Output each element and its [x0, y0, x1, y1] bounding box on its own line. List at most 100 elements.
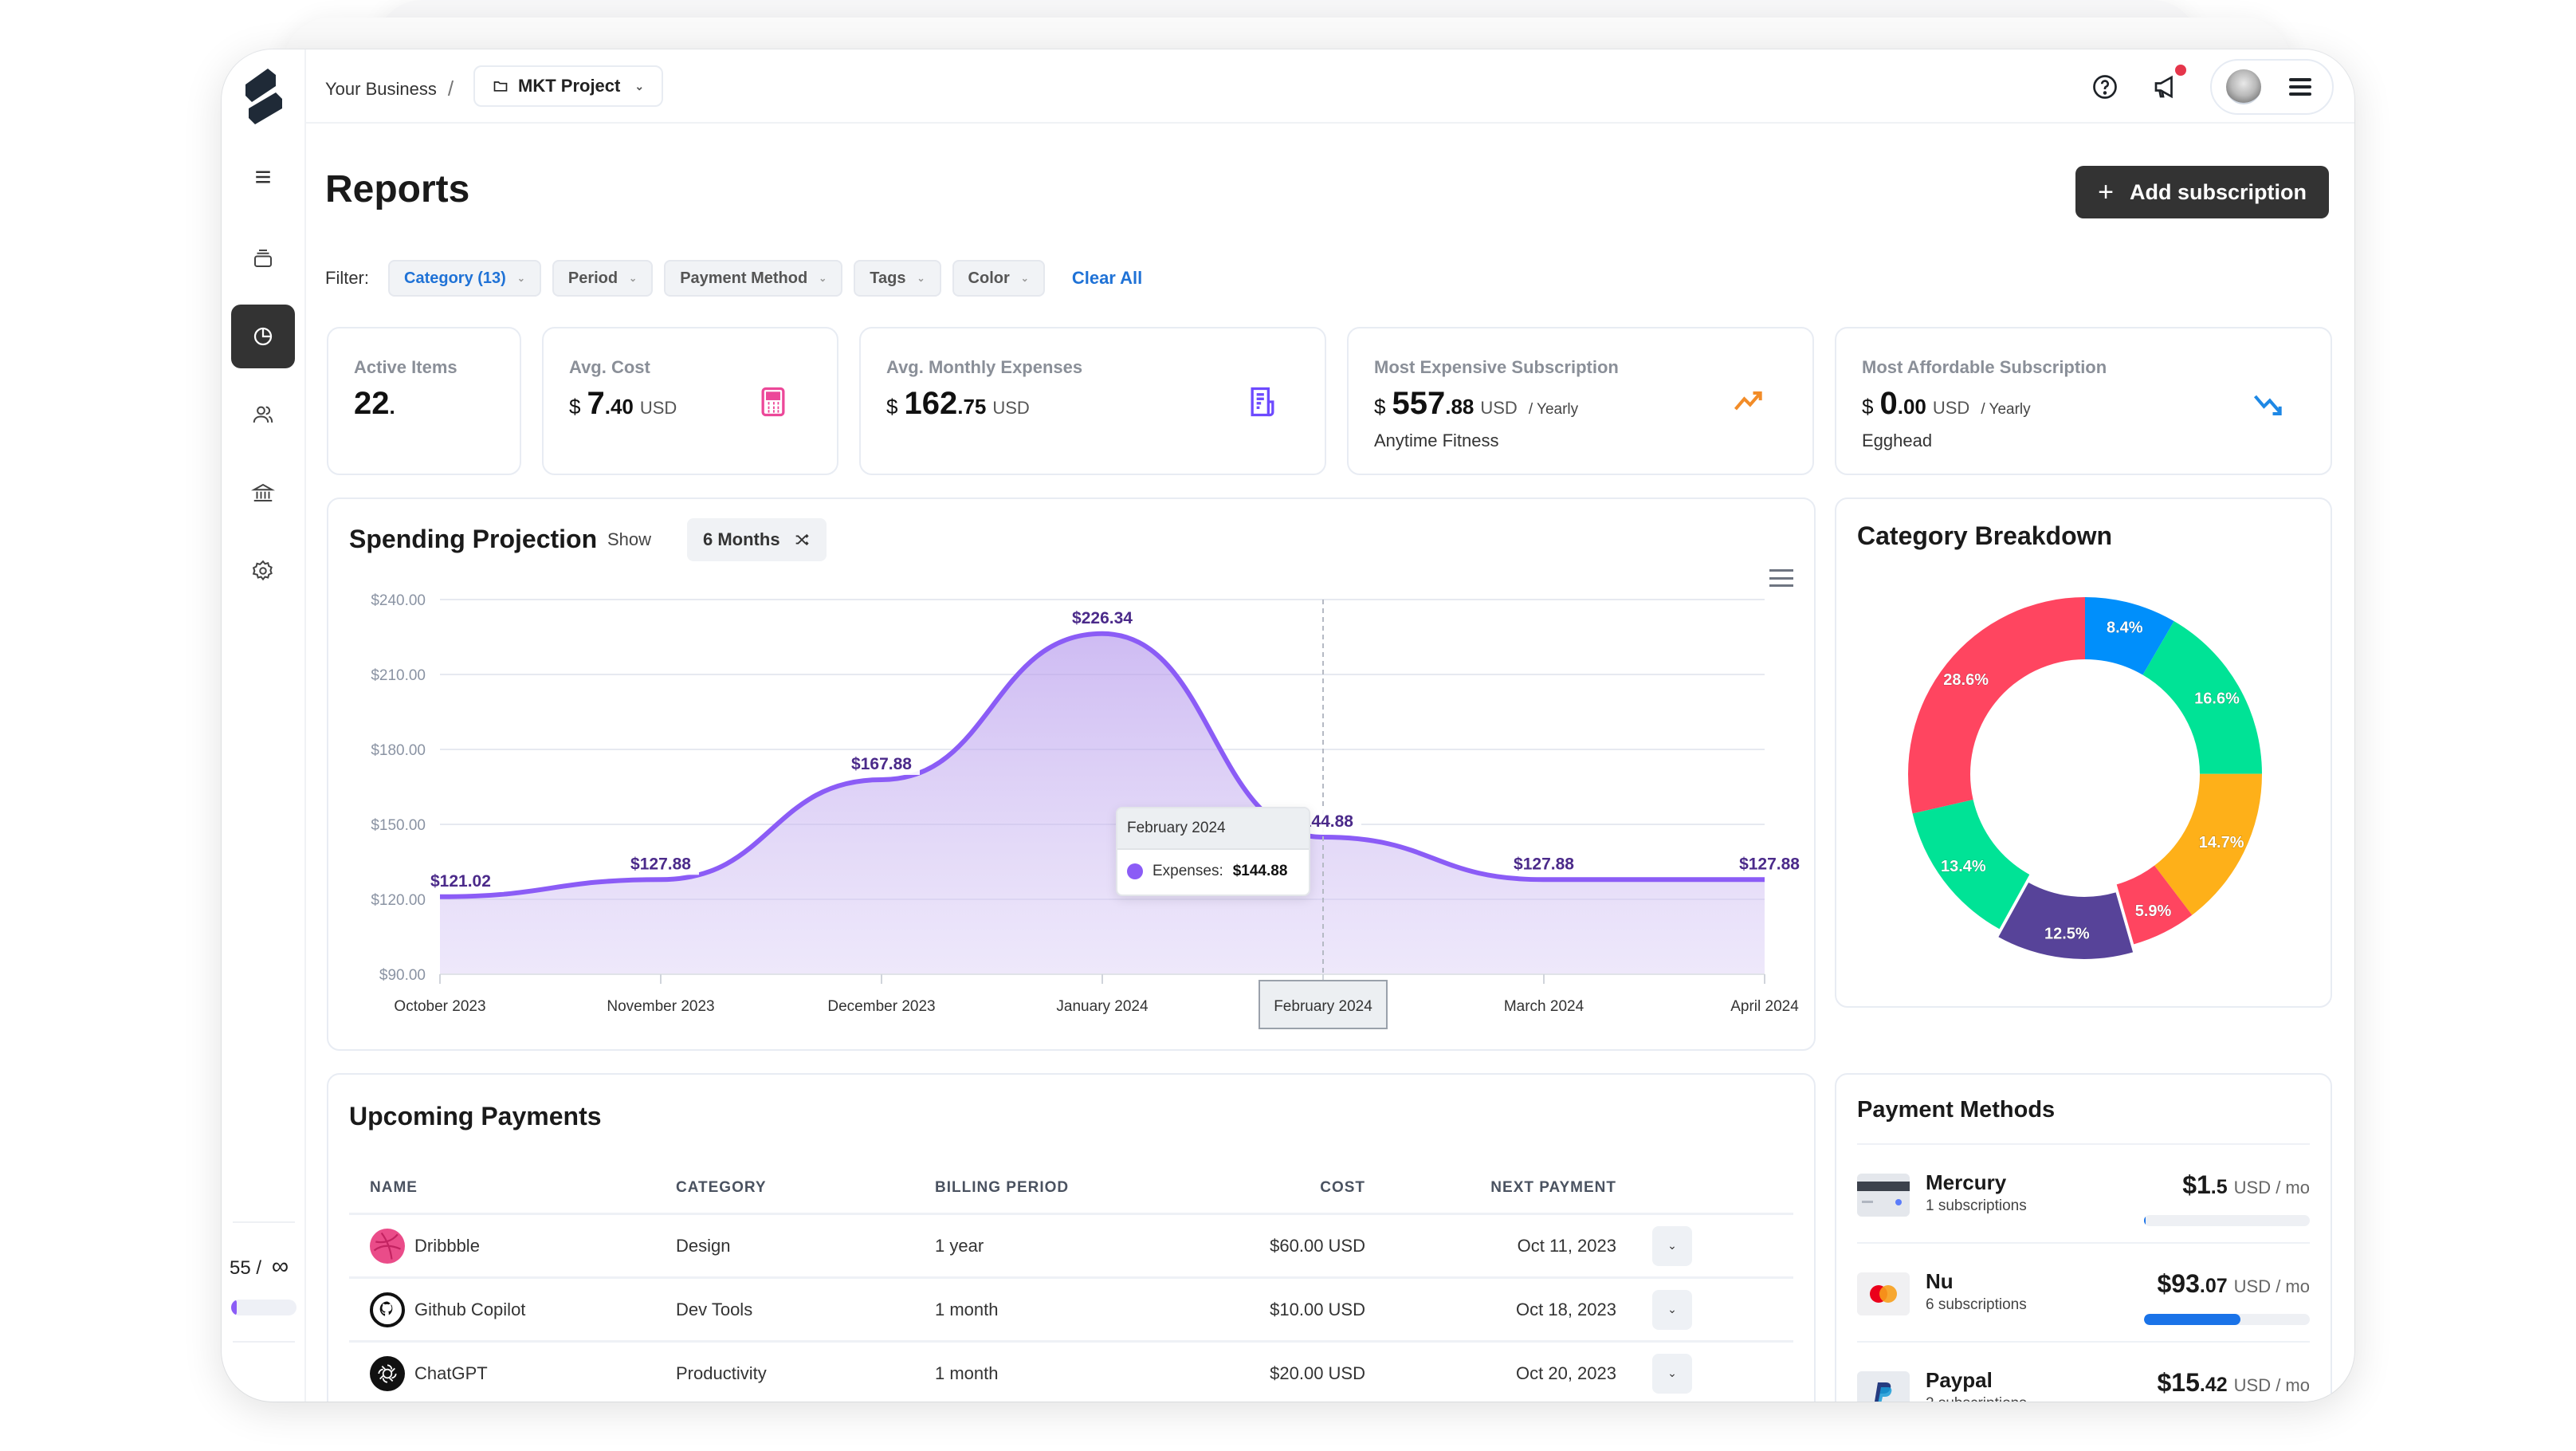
- sidebar-menu-toggle[interactable]: [231, 145, 295, 209]
- cell-next-payment: Oct 20, 2023: [1516, 1363, 1616, 1383]
- tooltip-series-label: Expenses:: [1153, 863, 1223, 879]
- filter-bar: Filter: Category (13) ⌄ Period ⌄ Payment M…: [325, 260, 1142, 297]
- paypal-icon: [1857, 1371, 1910, 1402]
- chevron-down-icon: ⌄: [516, 273, 525, 284]
- help-icon: [2093, 75, 2117, 99]
- currency-symbol: $: [1862, 395, 1874, 419]
- x-tick-label: December 2023: [827, 998, 935, 1015]
- billing-period: / Yearly: [1981, 401, 2031, 418]
- dribbble-icon: [370, 1228, 405, 1264]
- cell-billing-period: 1 month: [935, 1363, 999, 1383]
- plus-icon: +: [2098, 176, 2114, 207]
- payment-method-item[interactable]: Nu 6 subscriptions $93 .07 USD / mo: [1857, 1242, 2310, 1341]
- filter-category[interactable]: Category (13) ⌄: [388, 260, 541, 297]
- stat-card-avg-cost: Avg. Cost $ 7 .40 USD: [542, 327, 838, 475]
- stat-value-dec: .75: [957, 395, 987, 419]
- add-subscription-button[interactable]: + Add subscription: [2075, 166, 2329, 218]
- stat-card-active-items: Active Items 22 .: [327, 327, 521, 475]
- spending-projection-card: Spending Projection Show 6 Months $90.00…: [327, 497, 1816, 1051]
- y-tick-label: $120.00: [371, 892, 426, 909]
- chevron-down-icon: ⌄: [917, 273, 925, 284]
- sidebar-item-reports[interactable]: [231, 305, 295, 368]
- y-tick-label: $210.00: [371, 667, 426, 684]
- filter-tags[interactable]: Tags ⌄: [854, 260, 941, 297]
- user-menu[interactable]: [2210, 59, 2334, 115]
- usage-counter: 55 / ∞: [230, 1253, 289, 1280]
- top-bar: Your Business / MKT Project ⌄: [306, 49, 2354, 124]
- donut-slice-label: 28.6%: [1943, 671, 1989, 689]
- cell-name: Github Copilot: [349, 1292, 676, 1327]
- app-name: Dribbble: [414, 1235, 480, 1256]
- project-selector[interactable]: MKT Project ⌄: [473, 65, 664, 107]
- col-next-payment[interactable]: NEXT PAYMENT: [1365, 1179, 1616, 1197]
- stat-label: Avg. Monthly Expenses: [886, 357, 1083, 377]
- clear-all-filters[interactable]: Clear All: [1072, 268, 1142, 289]
- expand-row-button[interactable]: ⌄: [1652, 1225, 1692, 1266]
- donut-slice-label: 16.6%: [2194, 690, 2240, 708]
- x-tick-label: March 2024: [1504, 998, 1584, 1015]
- app-name: Github Copilot: [414, 1299, 526, 1319]
- filter-period[interactable]: Period ⌄: [552, 260, 654, 297]
- pie-chart-icon: [253, 327, 273, 346]
- col-name[interactable]: NAME: [349, 1179, 676, 1197]
- x-tick-label: January 2024: [1056, 998, 1149, 1015]
- project-name: MKT Project: [518, 76, 621, 96]
- data-label: $226.34: [1072, 609, 1133, 627]
- header-actions: [2089, 59, 2334, 115]
- sidebar-item-settings[interactable]: [231, 539, 295, 603]
- expand-row-button[interactable]: ⌄: [1652, 1289, 1692, 1330]
- amount-int: $1: [2182, 1170, 2211, 1199]
- cell-category: Productivity: [676, 1363, 767, 1383]
- y-tick-label: $180.00: [371, 742, 426, 759]
- stack-icon: [254, 250, 272, 267]
- app-window: 55 / ∞ Your Business / MKT Project ⌄ Rep…: [222, 49, 2354, 1402]
- series-marker: [1127, 863, 1143, 879]
- megaphone-icon: [2154, 75, 2173, 99]
- table-row[interactable]: Dribbble Design 1 year $60.00 USD Oct 11…: [349, 1215, 1793, 1279]
- github-icon: [370, 1292, 405, 1327]
- payment-method-subscriptions: 2 subscriptions: [1926, 1395, 2027, 1402]
- stat-card-most-affordable: Most Affordable Subscription $ 0 .00 USD…: [1835, 327, 2332, 475]
- currency-unit: USD: [639, 398, 677, 418]
- app-logo[interactable]: [244, 69, 284, 124]
- payment-share-fill: [2144, 1215, 2146, 1226]
- col-category[interactable]: CATEGORY: [676, 1179, 935, 1197]
- cell-billing-period: 1 year: [935, 1235, 984, 1256]
- donut-slice-label: 12.5%: [2044, 926, 2090, 943]
- amount-unit: USD / mo: [2233, 1375, 2310, 1395]
- col-billing-period[interactable]: BILLING PERIOD: [935, 1179, 1174, 1197]
- breadcrumb-root[interactable]: Your Business: [325, 79, 437, 100]
- stat-value-dec: .88: [1445, 395, 1475, 419]
- folder-icon: [493, 81, 508, 92]
- payment-method-item[interactable]: Mercury 1 subscriptions $1 .5 USD / mo: [1857, 1143, 2310, 1242]
- chevron-down-icon: ⌄: [629, 273, 638, 284]
- filter-color-label: Color: [968, 269, 1010, 287]
- help-button[interactable]: [2089, 71, 2121, 103]
- sidebar-item-subscriptions[interactable]: [231, 226, 295, 290]
- cell-next-payment: Oct 18, 2023: [1516, 1299, 1616, 1319]
- payment-method-item[interactable]: Paypal 2 subscriptions $15 .42 USD / mo: [1857, 1341, 2310, 1402]
- currency-symbol: $: [1374, 395, 1386, 419]
- currency-unit: USD: [1480, 398, 1518, 418]
- table-row[interactable]: Github Copilot Dev Tools 1 month $10.00 …: [349, 1279, 1793, 1343]
- sidebar-item-users[interactable]: [231, 383, 295, 446]
- announcements-button[interactable]: [2150, 65, 2186, 103]
- upcoming-payments-title: Upcoming Payments: [349, 1102, 602, 1131]
- col-cost[interactable]: COST: [1174, 1179, 1365, 1197]
- payment-share-bar: [2144, 1215, 2310, 1226]
- stat-value: $ 162 .75 USD: [886, 386, 1030, 422]
- y-tick-label: $90.00: [379, 967, 426, 984]
- filter-color[interactable]: Color ⌄: [952, 260, 1045, 297]
- payment-method-amount: $1 .5 USD / mo: [2182, 1170, 2310, 1200]
- stat-label: Most Expensive Subscription: [1374, 357, 1619, 377]
- expand-row-button[interactable]: ⌄: [1652, 1353, 1692, 1394]
- sidebar-item-banks[interactable]: [231, 461, 295, 525]
- sidebar: 55 / ∞: [222, 49, 306, 1402]
- bank-icon: [251, 483, 275, 501]
- table-row[interactable]: ChatGPT Productivity 1 month $20.00 USD …: [349, 1343, 1793, 1402]
- cell-cost: $20.00 USD: [1270, 1363, 1365, 1383]
- stat-card-avg-monthly-expenses: Avg. Monthly Expenses $ 162 .75 USD: [859, 327, 1326, 475]
- x-tick-label: April 2024: [1730, 998, 1799, 1015]
- filter-payment-method[interactable]: Payment Method ⌄: [664, 260, 843, 297]
- payment-methods-title: Payment Methods: [1857, 1097, 2056, 1123]
